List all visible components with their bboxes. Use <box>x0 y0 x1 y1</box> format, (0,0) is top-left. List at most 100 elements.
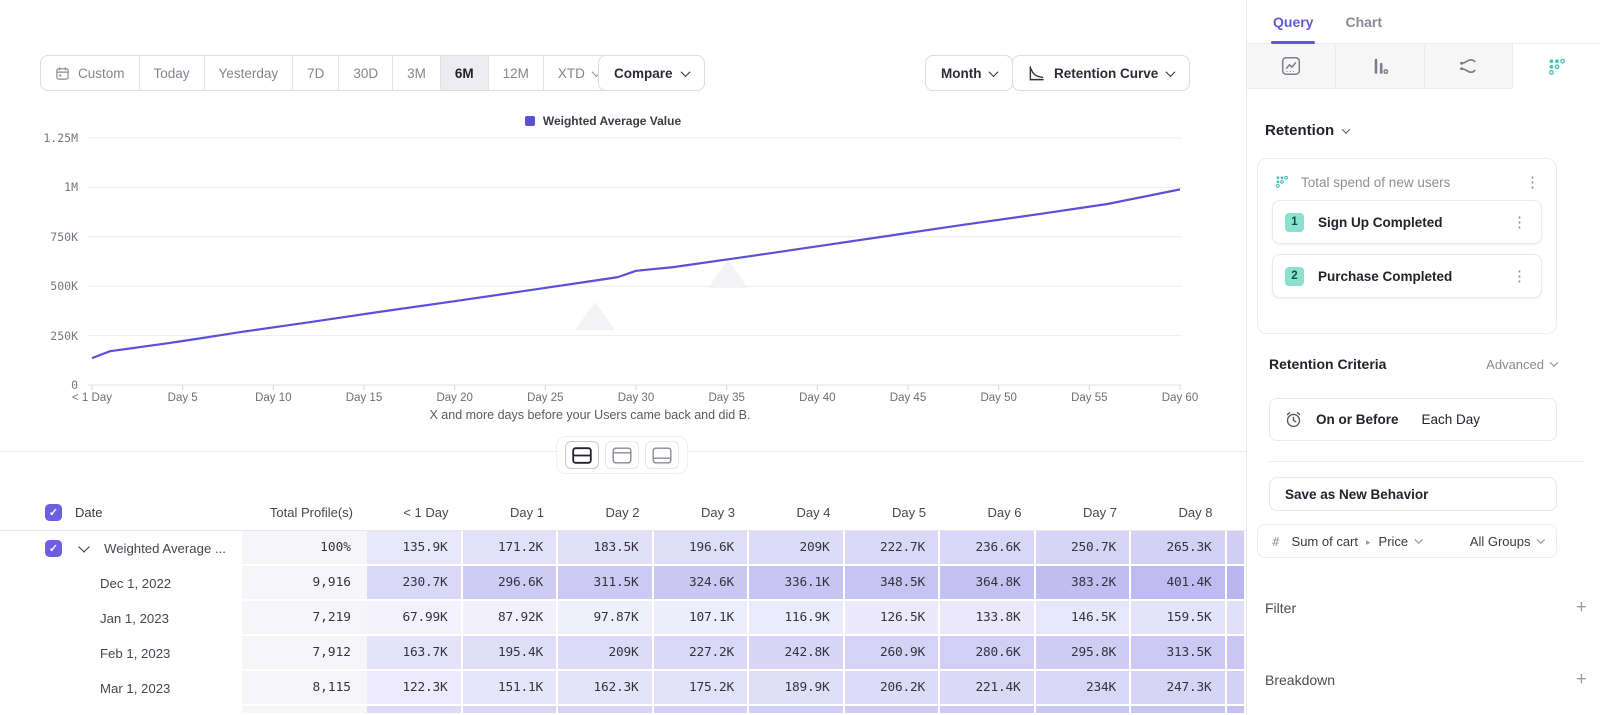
retention-chart: Weighted Average Value X and more days b… <box>0 100 1246 450</box>
all-groups-label: All Groups <box>1470 534 1531 549</box>
range-3m[interactable]: 3M <box>392 56 440 90</box>
measure-subproperty[interactable]: Price <box>1379 534 1409 549</box>
retention-table: DateTotal Profile(s)< 1 DayDay 1Day 2Day… <box>0 495 1246 715</box>
add-breakdown-icon[interactable] <box>1576 669 1587 691</box>
column-header: Day 8 <box>1131 495 1227 530</box>
x-axis-tick-label: Day 30 <box>618 392 654 404</box>
kebab-menu-icon[interactable] <box>1521 175 1544 190</box>
report-section-label: Retention <box>1265 122 1334 139</box>
measure-property[interactable]: Sum of cart <box>1292 534 1358 549</box>
step-event-label: Sign Up Completed <box>1318 215 1494 230</box>
x-axis-tick-label: Day 25 <box>527 392 563 404</box>
behavior-step-1[interactable]: 1Sign Up Completed <box>1272 200 1542 244</box>
breakdown-section[interactable]: Breakdown <box>1265 666 1587 694</box>
cutoff-row <box>0 706 1246 715</box>
x-axis-tick-label: Day 10 <box>255 392 291 404</box>
criteria-mode-dropdown[interactable]: Advanced <box>1486 357 1557 372</box>
y-axis-tick-label: 500K <box>18 279 78 293</box>
all-groups-dropdown[interactable]: All Groups <box>1470 534 1543 549</box>
chevron-down-icon[interactable] <box>78 541 89 552</box>
query-builder-panel: Query Chart <box>1246 0 1600 715</box>
date-column-header: Date <box>0 495 242 530</box>
x-axis-tick-label: Day 50 <box>980 392 1016 404</box>
chart-type-button[interactable]: Retention Curve <box>1012 55 1190 91</box>
range-label: Today <box>154 66 190 81</box>
kebab-menu-icon[interactable] <box>1508 215 1531 230</box>
chevron-down-icon <box>989 67 999 77</box>
row-date-cell: Dec 1, 2022 <box>0 566 242 601</box>
range-custom[interactable]: Custom <box>41 56 139 90</box>
save-as-new-behavior-button[interactable]: Save as New Behavior <box>1269 477 1557 511</box>
add-filter-icon[interactable] <box>1576 597 1587 619</box>
retention-value-cell <box>1131 706 1227 715</box>
behavior-step-2[interactable]: 2Purchase Completed <box>1272 254 1542 298</box>
retention-criteria-row: Retention Criteria Advanced <box>1269 356 1557 372</box>
report-type-flows[interactable] <box>1425 44 1514 89</box>
chevron-down-icon <box>1342 125 1350 133</box>
retention-value-cell: 324.6K <box>654 566 750 601</box>
day9-partial-cell <box>1227 601 1247 636</box>
y-axis-tick-label: 1M <box>18 180 78 194</box>
retention-value-cell <box>749 706 845 715</box>
row-total-cell: 9,916 <box>242 566 367 601</box>
column-header: Day 1 <box>463 495 559 530</box>
select-all-checkbox[interactable] <box>45 504 62 521</box>
tab-query[interactable]: Query <box>1273 0 1313 44</box>
retention-value-cell: 196.6K <box>654 531 750 566</box>
retention-line[interactable] <box>92 189 1180 358</box>
x-axis-tick-label: Day 5 <box>168 392 198 404</box>
split-view-toggle[interactable] <box>565 441 599 469</box>
flows-icon <box>1457 55 1479 77</box>
retention-value-cell: 227.2K <box>654 636 750 671</box>
retention-value-cell: 383.2K <box>1036 566 1132 601</box>
step-event-label: Purchase Completed <box>1318 269 1494 284</box>
y-axis-tick-label: 1.25M <box>18 131 78 145</box>
chevron-down-icon <box>1536 536 1544 544</box>
tab-query-label: Query <box>1273 14 1313 30</box>
filter-section[interactable]: Filter <box>1265 594 1587 622</box>
caret-right-icon <box>1366 532 1371 550</box>
retention-value-cell: 183.5K <box>558 531 654 566</box>
range-12m[interactable]: 12M <box>488 56 543 90</box>
retention-value-cell: 247.3K <box>1131 671 1227 706</box>
table-row: Jan 1, 20237,21967.99K87.92K97.87K107.1K… <box>0 601 1246 636</box>
tab-chart[interactable]: Chart <box>1345 0 1382 44</box>
report-type-funnels[interactable] <box>1336 44 1425 89</box>
column-header: Day 6 <box>940 495 1036 530</box>
retention-value-cell: 151.1K <box>463 671 559 706</box>
criteria-timing-card[interactable]: On or Before Each Day <box>1269 398 1557 441</box>
range-yesterday[interactable]: Yesterday <box>204 56 293 90</box>
report-type-switcher <box>1247 44 1600 89</box>
report-section-dropdown[interactable]: Retention <box>1265 122 1349 139</box>
retention-value-cell: 126.5K <box>845 601 941 636</box>
day9-partial-cell <box>1227 706 1247 715</box>
retention-value-cell: 234K <box>1036 671 1132 706</box>
retention-value-cell: 401.4K <box>1131 566 1227 601</box>
range-today[interactable]: Today <box>139 56 204 90</box>
retention-value-cell: 295.8K <box>1036 636 1132 671</box>
row-date-label: Mar 1, 2023 <box>100 681 170 696</box>
number-property-icon: # <box>1272 534 1280 549</box>
table-header-row: DateTotal Profile(s)< 1 DayDay 1Day 2Day… <box>0 495 1246 531</box>
behavior-title: Total spend of new users <box>1301 175 1510 190</box>
chart-view-toggle[interactable] <box>605 441 639 469</box>
compare-button[interactable]: Compare <box>598 55 705 91</box>
granularity-button[interactable]: Month <box>925 55 1013 91</box>
report-type-insights[interactable] <box>1247 44 1336 89</box>
x-axis-tick-label: Day 45 <box>890 392 926 404</box>
table-view-toggle[interactable] <box>645 441 679 469</box>
compare-label: Compare <box>614 66 673 81</box>
range-7d[interactable]: 7D <box>292 56 338 90</box>
kebab-menu-icon[interactable] <box>1508 269 1531 284</box>
row-total-cell <box>242 706 367 715</box>
row-checkbox[interactable] <box>45 540 62 557</box>
retention-value-cell: 189.9K <box>749 671 845 706</box>
retention-value-cell <box>558 706 654 715</box>
report-type-retention[interactable] <box>1513 44 1600 89</box>
range-30d[interactable]: 30D <box>338 56 392 90</box>
column-header: Total Profile(s) <box>242 495 367 530</box>
granularity-label: Month <box>941 66 981 81</box>
view-toggle-group <box>556 436 688 474</box>
range-6m[interactable]: 6M <box>440 56 488 90</box>
row-total-cell: 7,219 <box>242 601 367 636</box>
